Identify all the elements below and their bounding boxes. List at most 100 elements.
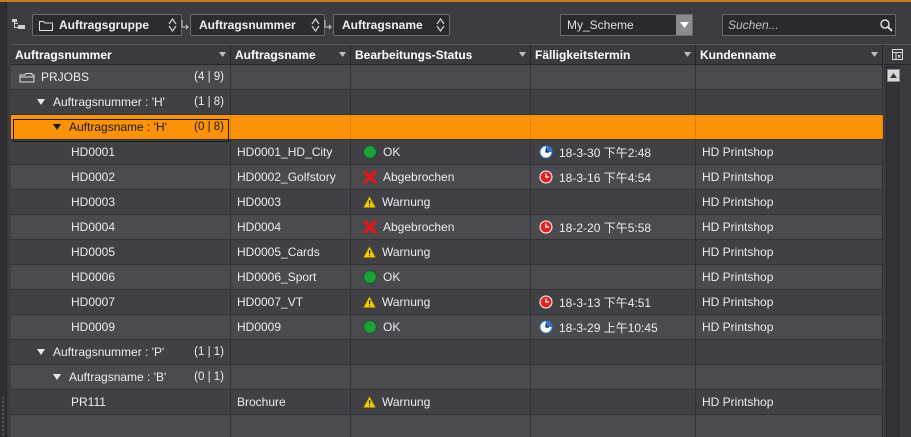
status-cell[interactable]: Abgebrochen [351,165,531,189]
column-menu-arrow-icon[interactable] [871,52,878,57]
job-name-cell[interactable]: HD0005_Cards [231,240,351,264]
job-name-cell[interactable]: HD0003 [231,190,351,214]
due-date-cell[interactable] [531,240,696,264]
status-cell[interactable]: Warnung [351,240,531,264]
customer-cell[interactable]: HD Printshop [696,140,883,164]
warning-icon [363,396,376,408]
group-count: (1 | 1) [194,346,224,358]
group-cell[interactable]: PRJOBS (4 | 9) [11,65,231,89]
group-cell[interactable]: Auftragsnummer : 'H' (1 | 8) [11,90,231,114]
column-header-auftragsnummer[interactable]: Auftragsnummer [11,45,231,65]
status-cell[interactable]: OK [351,265,531,289]
group-chip-auftragsgruppe[interactable]: Auftragsgruppe [32,14,182,36]
customer-cell[interactable]: HD Printshop [696,265,883,289]
status-cell[interactable]: Warnung [351,390,531,414]
column-menu-arrow-icon[interactable] [339,52,346,57]
column-chooser-icon[interactable] [884,44,911,65]
grouping-tree-icon[interactable] [12,18,26,30]
status-cell[interactable]: Warnung [351,290,531,314]
scroll-up-icon[interactable] [887,69,900,82]
column-menu-arrow-icon[interactable] [219,52,226,57]
search-box[interactable] [722,14,896,36]
customer-cell[interactable]: HD Printshop [696,165,883,189]
group-row[interactable]: Auftragsnummer : 'P' (1 | 1) [11,340,883,365]
search-icon[interactable] [877,16,895,34]
job-number-cell[interactable]: HD0003 [11,190,231,214]
job-name: HD0005_Cards [237,245,320,259]
job-number-cell[interactable]: HD0005 [11,240,231,264]
sort-toggle-icon[interactable] [168,18,177,32]
table-row[interactable]: HD0007 HD0007_VT Warnung 18-3-13 下午4:51 HD P… [11,290,883,315]
table-row[interactable]: HD0005 HD0005_Cards Warnung HD Printshop [11,240,883,265]
table-row[interactable]: HD0002 HD0002_Golfstory Abgebrochen 18-3-16… [11,165,883,190]
dropdown-arrow-icon[interactable] [676,15,692,35]
status-cell[interactable]: Warnung [351,190,531,214]
column-menu-arrow-icon[interactable] [684,52,691,57]
job-number-cell[interactable]: HD0006 [11,265,231,289]
group-row[interactable]: Auftragsname : 'B' (0 | 1) [11,365,883,390]
group-row[interactable]: Auftragsnummer : 'H' (1 | 8) [11,90,883,115]
scheme-select[interactable]: My_Scheme [560,14,693,36]
job-name-cell[interactable]: HD0004 [231,215,351,239]
sort-toggle-icon[interactable] [436,18,445,32]
job-name-cell[interactable]: HD0006_Sport [231,265,351,289]
due-date-cell[interactable] [531,265,696,289]
expand-triangle-icon[interactable] [53,124,61,130]
customer-cell[interactable]: HD Printshop [696,240,883,264]
due-date-cell[interactable]: 18-3-30 下午2:48 [531,140,696,164]
group-chip-auftragsname[interactable]: Auftragsname [333,14,450,36]
column-header-auftragsname[interactable]: Auftragsname [231,45,351,65]
due-date-cell[interactable] [531,390,696,414]
ok-icon [363,270,377,284]
customer-cell[interactable]: HD Printshop [696,290,883,314]
job-number-cell[interactable]: HD0004 [11,215,231,239]
job-number-cell[interactable]: PR111 [11,390,231,414]
group-cell[interactable]: Auftragsname : 'B' (0 | 1) [11,365,231,389]
search-input[interactable] [723,18,877,32]
table-row[interactable]: HD0004 HD0004 Abgebrochen 18-2-20 下午5:58 HD … [11,215,883,240]
customer-cell[interactable]: HD Printshop [696,190,883,214]
expand-triangle-icon[interactable] [37,99,45,105]
due-date-cell[interactable] [531,190,696,214]
vertical-scrollbar[interactable] [886,66,900,437]
group-row[interactable]: PRJOBS (4 | 9) [11,65,883,90]
due-date-cell[interactable]: 18-2-20 下午5:58 [531,215,696,239]
table-row[interactable]: HD0003 HD0003 Warnung HD Printshop [11,190,883,215]
job-number: HD0006 [71,270,116,284]
job-name-cell[interactable]: HD0009 [231,315,351,339]
status-cell[interactable]: OK [351,315,531,339]
table-row[interactable]: PR111 Brochure Warnung HD Printshop [11,390,883,415]
sort-toggle-icon[interactable] [311,18,320,32]
group-cell[interactable]: Auftragsname : 'H' (0 | 8) [11,115,231,139]
column-menu-arrow-icon[interactable] [519,52,526,57]
job-name-cell[interactable]: HD0001_HD_City [231,140,351,164]
expand-triangle-icon[interactable] [37,349,45,355]
column-header-kundenname[interactable]: Kundenname [696,45,883,65]
status-cell[interactable]: OK [351,140,531,164]
column-header-bearbeitungs-status[interactable]: Bearbeitungs-Status [351,45,531,65]
group-row[interactable]: Auftragsname : 'H' (0 | 8) [11,115,883,140]
column-header-faelligkeitstermin[interactable]: Fälligkeitstermin [531,45,696,65]
table-row[interactable]: HD0006 HD0006_Sport OK HD Printshop [11,265,883,290]
panel-resize-grip[interactable] [0,2,7,437]
group-cell[interactable]: Auftragsnummer : 'P' (1 | 1) [11,340,231,364]
job-number-cell[interactable]: HD0001 [11,140,231,164]
table-row[interactable]: HD0001 HD0001_HD_City OK 18-3-30 下午2:48 HD P… [11,140,883,165]
job-number-cell[interactable]: HD0009 [11,315,231,339]
due-date-cell[interactable]: 18-3-16 下午4:54 [531,165,696,189]
due-date-cell[interactable]: 18-3-13 下午4:51 [531,290,696,314]
job-name-cell[interactable]: Brochure [231,390,351,414]
expand-triangle-icon[interactable] [53,374,61,380]
empty-cell [351,65,531,89]
job-number-cell[interactable]: HD0002 [11,165,231,189]
job-name-cell[interactable]: HD0002_Golfstory [231,165,351,189]
customer-cell[interactable]: HD Printshop [696,215,883,239]
customer-cell[interactable]: HD Printshop [696,390,883,414]
job-name-cell[interactable]: HD0007_VT [231,290,351,314]
due-date-cell[interactable]: 18-3-29 上午10:45 [531,315,696,339]
job-number-cell[interactable]: HD0007 [11,290,231,314]
customer-cell[interactable]: HD Printshop [696,315,883,339]
table-row[interactable]: HD0009 HD0009 OK 18-3-29 上午10:45 HD Printsho… [11,315,883,340]
status-cell[interactable]: Abgebrochen [351,215,531,239]
group-chip-auftragsnummer[interactable]: Auftragsnummer [190,14,325,36]
